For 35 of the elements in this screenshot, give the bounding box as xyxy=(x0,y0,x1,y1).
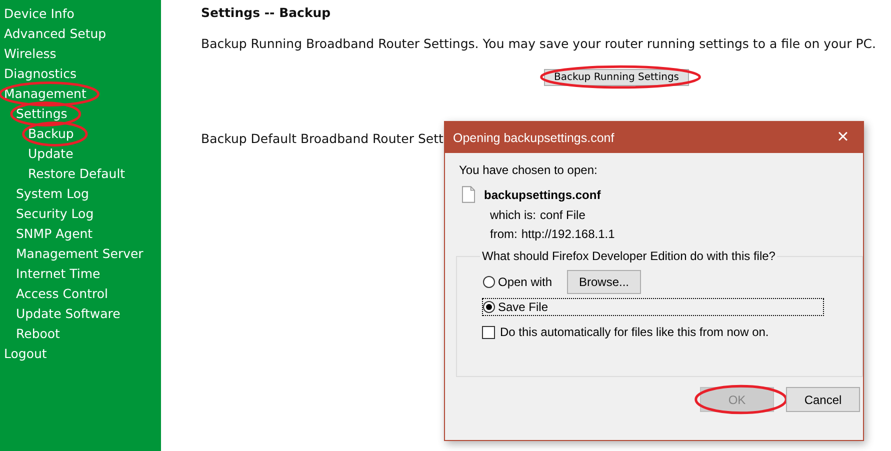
file-icon xyxy=(462,186,475,203)
nav-link[interactable]: Advanced Setup xyxy=(4,26,106,41)
dialog-title: Opening backupsettings.conf xyxy=(453,130,614,144)
radio-option[interactable]: Save File xyxy=(482,298,824,316)
nav-link[interactable]: Logout xyxy=(4,346,47,361)
nav-link[interactable]: System Log xyxy=(16,186,89,201)
description-text: Backup Running Broadband Router Settings. You may save your router running settings to a file on your PC. xyxy=(201,36,877,51)
file-name: backupsettings.conf xyxy=(484,188,601,202)
dialog-button[interactable]: Cancel xyxy=(786,387,860,412)
type-label: which is: xyxy=(490,208,536,222)
nav-link[interactable]: Device Info xyxy=(4,6,74,21)
browse-button[interactable]: Browse... xyxy=(567,270,641,294)
nav-link[interactable]: Diagnostics xyxy=(4,66,77,81)
nav-link[interactable]: Reboot xyxy=(16,326,60,341)
group-legend: What should Firefox Developer Edition do with this file? xyxy=(480,249,778,263)
nav-link[interactable]: Update xyxy=(28,146,74,161)
intro-text: You have chosen to open: xyxy=(458,163,598,177)
description-text: Backup Default Broadband Router Sett xyxy=(201,131,444,146)
annotation-ellipse xyxy=(10,101,82,127)
nav-link[interactable]: Restore Default xyxy=(28,166,126,181)
nav-link[interactable]: Wireless xyxy=(4,46,56,61)
annotation-ellipse xyxy=(22,121,88,147)
nav-link[interactable]: Management Server xyxy=(16,246,144,261)
radio-option[interactable]: Open with xyxy=(482,272,564,290)
from-value: http://192.168.1.1 xyxy=(521,227,615,241)
auto-checkbox[interactable]: Do this automatically for files like this from now on. xyxy=(482,325,862,339)
nav-link[interactable]: Internet Time xyxy=(16,266,100,281)
nav-link[interactable]: Security Log xyxy=(16,206,94,221)
page-title: Settings -- Backup xyxy=(201,5,332,20)
nav-link[interactable]: Access Control xyxy=(16,286,108,301)
type-value: conf File xyxy=(540,208,586,222)
from-label: from: xyxy=(490,227,518,241)
nav-link[interactable]: SNMP Agent xyxy=(16,226,93,241)
close-button[interactable]: × xyxy=(823,122,863,153)
nav-link[interactable]: Update Software xyxy=(16,306,120,321)
